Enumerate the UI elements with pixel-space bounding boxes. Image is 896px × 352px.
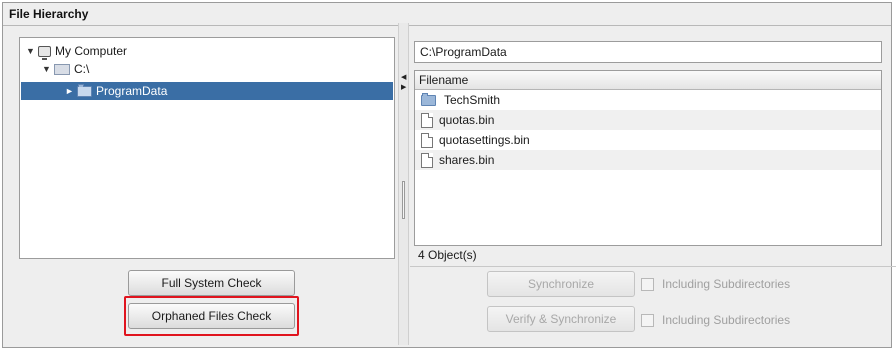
- including-subdirectories-option[interactable]: Including Subdirectories: [641, 313, 790, 327]
- path-field[interactable]: C:\ProgramData: [414, 41, 882, 63]
- checkbox-label: Including Subdirectories: [662, 313, 791, 327]
- object-count: 4 Object(s): [418, 248, 477, 262]
- file-icon: [421, 112, 433, 128]
- tree-item-my-computer[interactable]: ▼ My Computer: [26, 42, 127, 60]
- including-subdirectories-checkbox[interactable]: [641, 313, 654, 327]
- checkbox-label: Including Subdirectories: [662, 277, 791, 291]
- computer-icon: [38, 45, 51, 60]
- drive-icon: [54, 63, 70, 75]
- tree-item-c-drive[interactable]: ▼ C:\: [42, 60, 89, 78]
- panel-splitter[interactable]: ◀ ▶: [398, 23, 409, 345]
- file-icon: [421, 132, 433, 148]
- expand-down-icon[interactable]: ▼: [26, 46, 38, 56]
- including-subdirectories-checkbox[interactable]: [641, 277, 654, 291]
- verify-synchronize-button[interactable]: Verify & Synchronize: [487, 306, 635, 332]
- tree-item-label: C:\: [74, 62, 90, 76]
- file-name: shares.bin: [439, 153, 495, 167]
- list-item[interactable]: TechSmith: [415, 90, 881, 110]
- list-item[interactable]: quotas.bin: [415, 110, 881, 130]
- file-icon: [421, 152, 433, 168]
- tree-item-programdata[interactable]: ► ProgramData: [21, 82, 393, 100]
- list-item[interactable]: shares.bin: [415, 150, 881, 170]
- tree-item-label: My Computer: [55, 44, 128, 58]
- collapse-left-icon[interactable]: ◀: [401, 74, 406, 82]
- file-name: quotas.bin: [439, 113, 495, 127]
- collapse-right-icon[interactable]: ▶: [401, 84, 406, 92]
- file-list[interactable]: Filename TechSmith quotas.bin quotasetti…: [414, 70, 882, 246]
- folder-tree[interactable]: ▼ My Computer ▼ C:\ ► ProgramData: [19, 37, 395, 259]
- splitter-grip[interactable]: [402, 181, 405, 219]
- folder-icon: [421, 92, 436, 106]
- including-subdirectories-option[interactable]: Including Subdirectories: [641, 277, 790, 291]
- expand-down-icon[interactable]: ▼: [42, 64, 54, 74]
- status-divider: [410, 266, 896, 267]
- file-name: quotasettings.bin: [439, 133, 530, 147]
- synchronize-button[interactable]: Synchronize: [487, 271, 635, 297]
- folder-icon: [77, 83, 92, 97]
- full-system-check-button[interactable]: Full System Check: [128, 270, 295, 296]
- tree-item-label: ProgramData: [96, 84, 168, 98]
- list-item[interactable]: quotasettings.bin: [415, 130, 881, 150]
- expand-right-icon[interactable]: ►: [65, 86, 77, 96]
- column-header-filename[interactable]: Filename: [415, 71, 881, 90]
- file-name: TechSmith: [444, 93, 501, 107]
- highlight-annotation: [124, 296, 299, 336]
- panel-title: File Hierarchy: [9, 7, 89, 21]
- title-divider: [3, 25, 891, 26]
